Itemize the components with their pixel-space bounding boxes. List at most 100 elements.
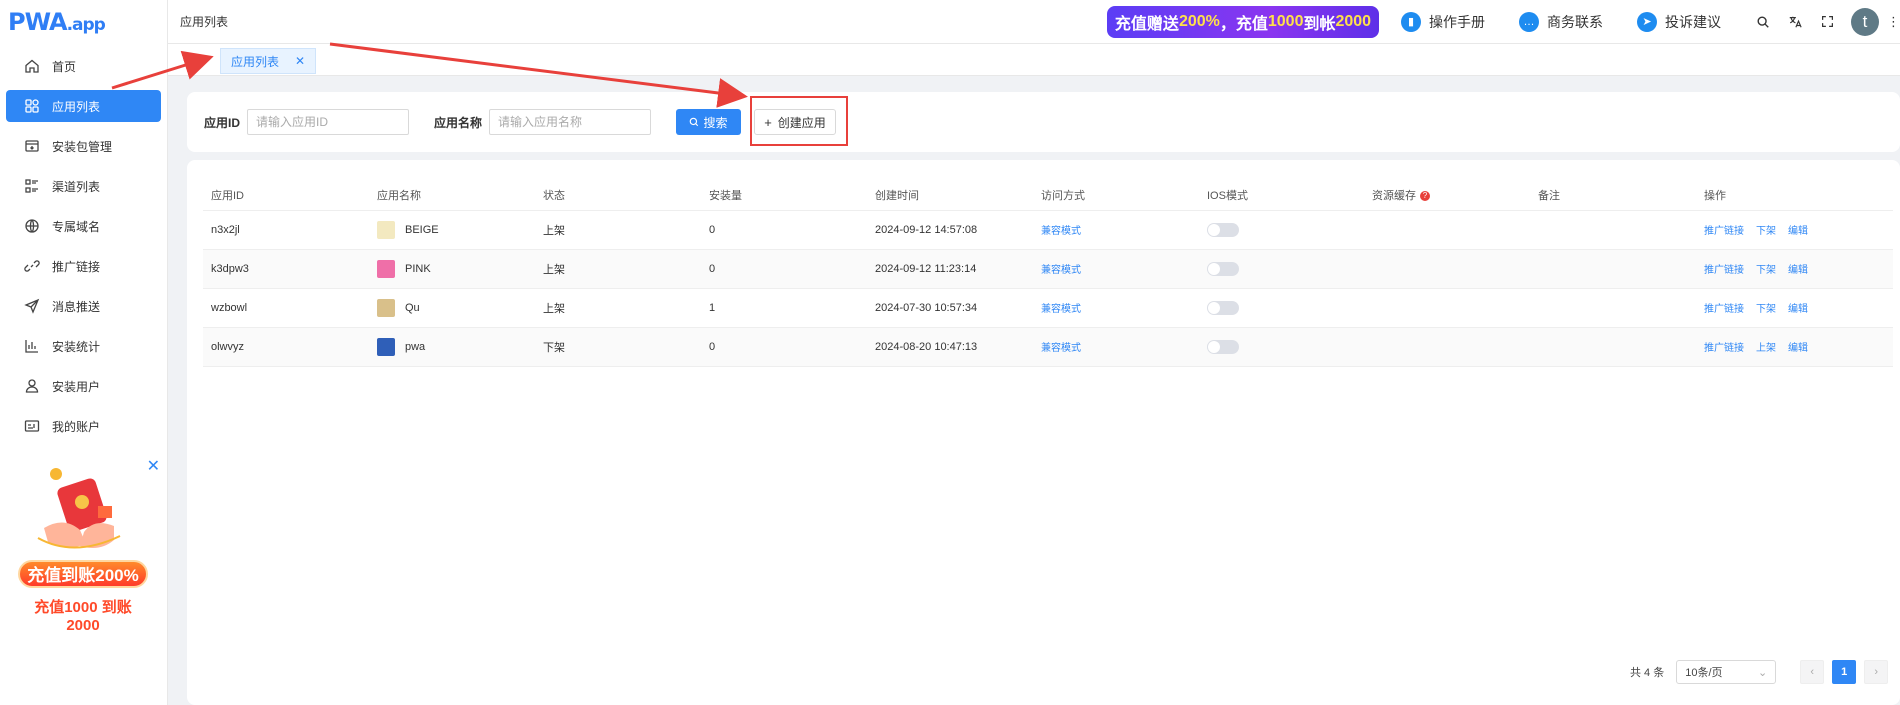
page-number-button[interactable]: 1 [1832, 660, 1857, 684]
sidebar-item-label: 我的账户 [52, 419, 101, 434]
recharge-banner[interactable]: 充值赠送 200% ，充值 1000 到帐 2000 [1107, 5, 1379, 38]
tab-bar: ‹ 应用列表 ✕ [168, 44, 1900, 76]
promo-link-button[interactable]: 推广链接 [1704, 265, 1744, 276]
promo-line2: 充值1000 到账2000 [34, 599, 132, 634]
user-icon [24, 378, 40, 394]
ios-mode-toggle[interactable] [1207, 261, 1239, 276]
unpublish-button[interactable]: 下架 [1756, 304, 1776, 315]
prev-page-button[interactable]: ‹ [1800, 660, 1825, 684]
ios-mode-toggle[interactable] [1207, 339, 1239, 354]
close-icon[interactable]: ✕ [147, 456, 160, 476]
more-icon[interactable]: ⋮ [1887, 14, 1900, 30]
sidebar-item-stats[interactable]: 安装统计 [6, 330, 161, 362]
sidebar-item-promo-links[interactable]: 推广链接 [6, 250, 161, 282]
promo-link-button[interactable]: 推广链接 [1704, 226, 1744, 237]
unpublish-button[interactable]: 下架 [1756, 226, 1776, 237]
sidebar-item-channels[interactable]: 渠道列表 [6, 170, 161, 202]
chevron-down-icon: ⌄ [1758, 666, 1768, 679]
sidebar: PWA.app 首页 应用列表 安装包管理 渠道列表 专属域名 推广链接 消息推… [0, 0, 168, 705]
tab-close-icon[interactable]: ✕ [295, 54, 305, 68]
access-mode-link[interactable]: 兼容模式 [1041, 226, 1081, 237]
col-actions: 操作 [1696, 180, 1893, 211]
table-row: n3x2jl BEIGE 上架 0 2024-09-12 14:57:08 兼容… [203, 210, 1893, 250]
logo-main: PWA [8, 8, 68, 36]
col-status: 状态 [535, 180, 701, 211]
publish-button[interactable]: 上架 [1756, 343, 1776, 354]
access-mode-link[interactable]: 兼容模式 [1041, 265, 1081, 276]
app-name-input[interactable] [489, 109, 651, 135]
feedback-link[interactable]: ➤ 投诉建议 [1637, 11, 1721, 32]
table-row: k3dpw3 PINK 上架 0 2024-09-12 11:23:14 兼容模… [203, 249, 1893, 289]
avatar[interactable]: t [1851, 7, 1879, 36]
edit-button[interactable]: 编辑 [1788, 226, 1808, 237]
col-ios-mode: IOS模式 [1199, 180, 1364, 211]
access-mode-link[interactable]: 兼容模式 [1041, 343, 1081, 354]
sidebar-item-label: 应用列表 [52, 99, 101, 114]
red-envelope-icon [37, 468, 121, 549]
unpublish-button[interactable]: 下架 [1756, 265, 1776, 276]
next-page-button[interactable]: › [1864, 660, 1889, 684]
pagination: 共 4 条 10条/页 ⌄ ‹ 1 › [1630, 660, 1896, 684]
translate-icon[interactable] [1787, 14, 1803, 30]
app-table: 应用ID 应用名称 状态 安装量 创建时间 访问方式 IOS模式 资源缓存? 备… [203, 180, 1893, 367]
plus-icon: + [764, 114, 772, 130]
col-app-name: 应用名称 [369, 180, 535, 211]
sidebar-item-label: 渠道列表 [52, 179, 101, 194]
page-size-select[interactable]: 10条/页 ⌄ [1676, 660, 1777, 684]
sidebar-item-users[interactable]: 安装用户 [6, 370, 161, 402]
table-row: olwvyz pwa 下架 0 2024-08-20 10:47:13 兼容模式… [203, 327, 1893, 367]
sidebar-item-label: 安装用户 [52, 379, 101, 394]
col-cache: 资源缓存? [1364, 180, 1530, 211]
promo-line1: 充值到账200% [18, 560, 148, 588]
search-button[interactable]: 搜索 [676, 109, 741, 135]
breadcrumb: 应用列表 [180, 15, 229, 29]
edit-button[interactable]: 编辑 [1788, 343, 1808, 354]
table-panel: 应用ID 应用名称 状态 安装量 创建时间 访问方式 IOS模式 资源缓存? 备… [187, 160, 1900, 705]
business-contact-link[interactable]: … 商务联系 [1519, 11, 1603, 32]
sidebar-item-domain[interactable]: 专属域名 [6, 210, 161, 242]
book-icon: ▮ [1401, 11, 1421, 32]
sidebar-item-push[interactable]: 消息推送 [6, 290, 161, 322]
fullscreen-icon[interactable] [1819, 14, 1835, 30]
link-icon [24, 258, 40, 274]
sidebar-item-app-list[interactable]: 应用列表 [6, 90, 161, 122]
sidebar-item-label: 安装包管理 [52, 139, 113, 154]
logo-suffix: .app [66, 15, 106, 35]
promo-card[interactable]: ✕ 充值到账200% 充值1000 到账2000 [12, 456, 160, 634]
table-row: wzbowl Qu 上架 1 2024-07-30 10:57:34 兼容模式 … [203, 288, 1893, 328]
promo-link-button[interactable]: 推广链接 [1704, 304, 1744, 315]
tab-scroll-left-icon[interactable]: ‹ [198, 52, 202, 66]
edit-button[interactable]: 编辑 [1788, 265, 1808, 276]
search-icon[interactable] [1755, 14, 1771, 30]
promo-link-button[interactable]: 推广链接 [1704, 343, 1744, 354]
search-panel: 应用ID 应用名称 搜索 + 创建应用 [187, 92, 1900, 152]
sidebar-item-label: 安装统计 [52, 339, 101, 354]
home-icon [24, 58, 40, 74]
sidebar-item-account[interactable]: 我的账户 [6, 410, 161, 442]
col-app-id: 应用ID [203, 180, 369, 211]
app-icon [377, 337, 395, 356]
app-name-label: 应用名称 [434, 116, 483, 130]
list-icon [24, 178, 40, 194]
ios-mode-toggle[interactable] [1207, 300, 1239, 315]
sidebar-item-package[interactable]: 安装包管理 [6, 130, 161, 162]
manual-link[interactable]: ▮ 操作手册 [1401, 11, 1485, 32]
col-remark: 备注 [1530, 180, 1696, 211]
app-icon [377, 298, 395, 317]
sidebar-item-home[interactable]: 首页 [6, 50, 161, 82]
sidebar-item-label: 首页 [52, 59, 77, 74]
app-icon [377, 259, 395, 278]
sidebar-item-label: 推广链接 [52, 259, 101, 274]
ios-mode-toggle[interactable] [1207, 222, 1239, 237]
top-header: 应用列表 充值赠送 200% ，充值 1000 到帐 2000 ▮ 操作手册 … 商务联系… [168, 0, 1900, 44]
sidebar-item-label: 专属域名 [52, 219, 101, 234]
access-mode-link[interactable]: 兼容模式 [1041, 304, 1081, 315]
chat-icon: … [1519, 11, 1539, 32]
create-app-button[interactable]: + 创建应用 [754, 109, 836, 135]
help-icon[interactable]: ? [1420, 190, 1430, 201]
logo[interactable]: PWA.app [0, 0, 167, 44]
edit-button[interactable]: 编辑 [1788, 304, 1808, 315]
app-id-label: 应用ID [204, 116, 241, 130]
tab-app-list[interactable]: 应用列表 ✕ [220, 48, 316, 74]
app-id-input[interactable] [247, 109, 409, 135]
